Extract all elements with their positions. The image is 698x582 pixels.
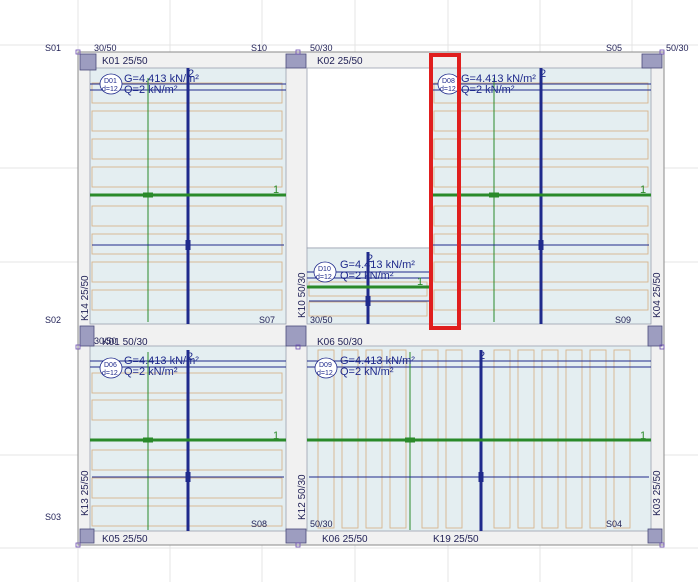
- live-load-d08: Q=2 kN/m²: [461, 84, 515, 96]
- beam-label-k12: K12 50/30: [297, 474, 308, 520]
- beam-label-k19: K19 25/50: [433, 534, 479, 545]
- column-s08[interactable]: [285, 528, 307, 544]
- beam-label-k06-mid: K06 50/30: [317, 337, 363, 348]
- slab-tag-d06: D06: [104, 362, 117, 369]
- column-label-s02: S02: [45, 315, 61, 325]
- axis-one-label-d09: 1: [640, 430, 646, 442]
- beam-label-k14: K14 25/50: [80, 275, 91, 321]
- beam-label-k13: K13 25/50: [80, 470, 91, 516]
- column-size-bottom-mid: 50/30: [310, 519, 333, 529]
- beam-label-k06-bottom: K06 25/50: [322, 534, 368, 545]
- beam-label-k02: K02 25/50: [317, 56, 363, 67]
- axis-two-label-d06: 2: [187, 351, 193, 363]
- live-load-d01: Q=2 kN/m²: [124, 84, 178, 96]
- axis-two-label-d10: 2: [367, 253, 373, 265]
- axis-two-label-d01: 2: [188, 68, 194, 80]
- axis-one-label-d01: 1: [273, 184, 279, 196]
- beam-label-k04: K04 25/50: [652, 272, 663, 318]
- floor-plan-drawing: S01 S02 S03 S10 S07 S08 S05 S09 S04 30/5…: [0, 0, 698, 582]
- axis-one-label-d06: 1: [273, 430, 279, 442]
- axis-two-label-d09: 2: [479, 350, 485, 362]
- beam-label-k05: K05 25/50: [102, 534, 148, 545]
- column-label-s07: S07: [259, 315, 275, 325]
- beam-label-k01-top: K01 25/50: [102, 56, 148, 67]
- column-size-top-left: 30/50: [94, 43, 117, 53]
- column-s05[interactable]: [641, 53, 663, 69]
- column-label-s09: S09: [615, 315, 631, 325]
- slab-thickness-d06: d=12: [102, 370, 118, 377]
- column-s03[interactable]: [79, 528, 95, 544]
- slab-tag-d01: D01: [104, 78, 117, 85]
- column-size-mid-mid: 30/50: [310, 315, 333, 325]
- column-s10[interactable]: [285, 53, 307, 69]
- column-label-s03: S03: [45, 512, 61, 522]
- axis-two-label-d08: 2: [540, 68, 546, 80]
- beam-label-k10: K10 50/30: [297, 272, 308, 318]
- column-s04[interactable]: [647, 528, 663, 544]
- slab-thickness-d10: d=12: [316, 274, 332, 281]
- slab-thickness-d09: d=12: [317, 370, 333, 377]
- column-s07[interactable]: [285, 325, 307, 347]
- column-label-s10: S10: [251, 43, 267, 53]
- live-load-d10: Q=2 kN/m²: [340, 270, 394, 282]
- slab-thickness-d08: d=12: [440, 86, 456, 93]
- column-label-s04: S04: [606, 519, 622, 529]
- live-load-d09: Q=2 kN/m²: [340, 366, 394, 378]
- column-size-top-right: 50/30: [666, 43, 689, 53]
- slab-thickness-d01: d=12: [102, 86, 118, 93]
- slab-tag-d08: D08: [442, 78, 455, 85]
- column-label-s08: S08: [251, 519, 267, 529]
- column-label-s01: S01: [45, 43, 61, 53]
- beam-label-k03: K03 25/50: [652, 470, 663, 516]
- axis-one-label-d10: 1: [417, 276, 423, 288]
- beam-label-k01-mid: K01 50/30: [102, 337, 148, 348]
- column-s01[interactable]: [79, 53, 97, 71]
- floor-plan-canvas[interactable]: S01 S02 S03 S10 S07 S08 S05 S09 S04 30/5…: [0, 0, 698, 582]
- slab-tag-d10: D10: [318, 266, 331, 273]
- slab-void: [306, 67, 432, 249]
- column-label-s05: S05: [606, 43, 622, 53]
- slab-tag-d09: D09: [319, 362, 332, 369]
- live-load-d06: Q=2 kN/m²: [124, 366, 178, 378]
- column-s02[interactable]: [79, 325, 95, 347]
- axis-one-label-d08: 1: [640, 184, 646, 196]
- column-s09[interactable]: [647, 325, 663, 347]
- column-size-top-mid: 50/30: [310, 43, 333, 53]
